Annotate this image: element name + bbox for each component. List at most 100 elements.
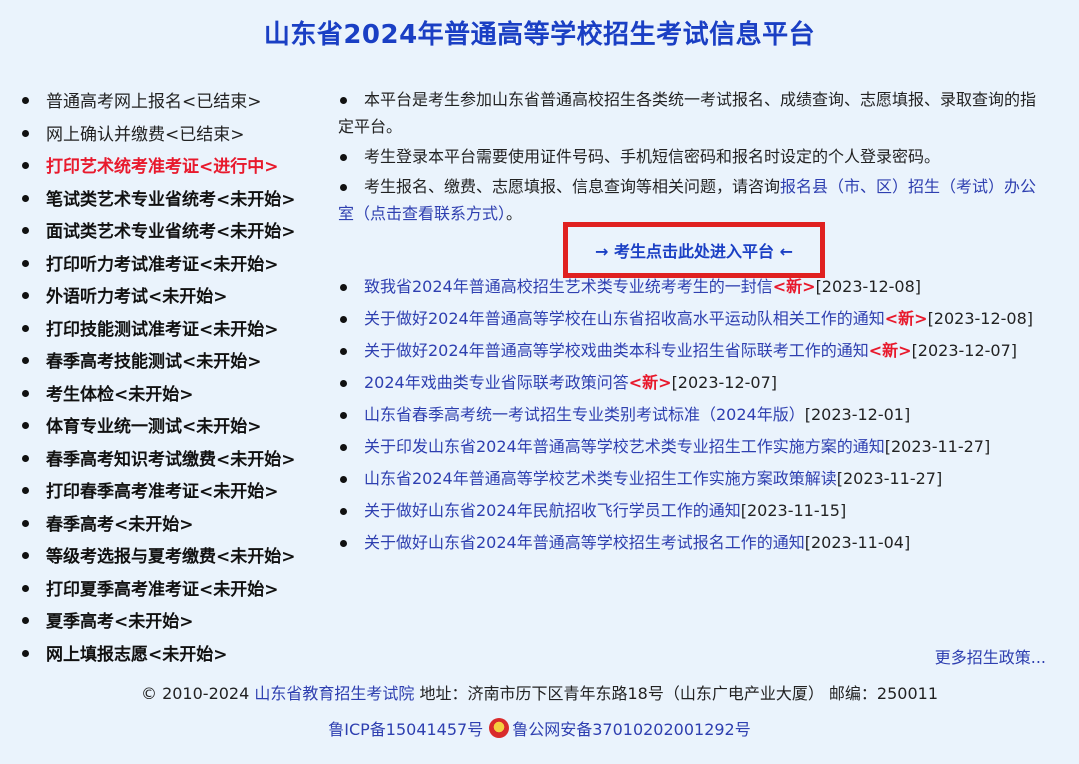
news-title-link[interactable]: 关于做好山东省2024年普通高等学校招生考试报名工作的通知: [364, 533, 805, 552]
bullet-icon: [22, 552, 29, 559]
bullet-icon: [22, 324, 29, 332]
police-record-link[interactable]: 鲁公网安备37010202001292号: [512, 720, 751, 739]
news-date: [2023-12-07]: [911, 341, 1018, 360]
sidebar-item[interactable]: 考生体检<未开始>: [22, 379, 296, 412]
police-emblem-icon: [489, 718, 510, 738]
sidebar-item-label: 网上填报志愿<未开始>: [46, 644, 228, 665]
bullet-icon: [22, 259, 29, 267]
sidebar-item[interactable]: 网上确认并缴费<已结束>: [22, 119, 296, 152]
news-list: 致我省2024年普通高校招生艺术类专业统考考生的一封信<新>[2023-12-0…: [338, 274, 1050, 562]
news-date: [2023-11-04]: [804, 533, 911, 552]
news-item: 关于做好2024年普通高等学校在山东省招收高水平运动队相关工作的通知<新>[20…: [338, 306, 1050, 331]
sidebar-item[interactable]: 体育专业统一测试<未开始>: [22, 411, 296, 444]
icp-link[interactable]: 鲁ICP备15041457号: [328, 720, 483, 739]
bullet-icon: [22, 389, 29, 397]
sidebar-item-label: 打印夏季高考准考证<未开始>: [46, 579, 279, 600]
new-badge: <新>: [884, 309, 928, 328]
bullet-icon: [22, 519, 29, 527]
sidebar-item-label: 打印春季高考准考证<未开始>: [46, 482, 279, 502]
news-item: 山东省春季高考统一考试招生专业类别考试标准（2024年版）[2023-12-01…: [338, 402, 1050, 427]
main-content: 本平台是考生参加山东省普通高校招生各类统一考试报名、成绩查询、志愿填报、录取查询…: [338, 86, 1050, 552]
news-date: [2023-11-27]: [836, 469, 943, 488]
bullet-icon: [22, 129, 29, 137]
news-title-link[interactable]: 2024年戏曲类专业省际联考政策问答: [364, 373, 629, 392]
sidebar-item[interactable]: 打印技能测试准考证<未开始>: [22, 314, 296, 347]
bullet-icon: [22, 422, 29, 429]
news-date: [2023-12-01]: [804, 405, 911, 424]
sidebar-item-label: 考生体检<未开始>: [46, 384, 194, 405]
sidebar-item[interactable]: 面试类艺术专业省统考<未开始>: [22, 216, 296, 249]
sidebar-item-label: 体育专业统一测试<未开始>: [46, 417, 262, 437]
bullet-icon: [22, 454, 29, 462]
news-title-link[interactable]: 山东省2024年普通高等学校艺术类专业招生工作实施方案政策解读: [364, 469, 837, 488]
sidebar-item[interactable]: 春季高考知识考试缴费<未开始>: [22, 444, 296, 477]
new-badge: <新>: [628, 373, 672, 392]
bullet-icon: [22, 649, 29, 657]
sidebar-item-label: 春季高考<未开始>: [46, 514, 194, 535]
news-date: [2023-12-08]: [815, 277, 922, 296]
sidebar-item[interactable]: 打印艺术统考准考证<进行中>: [22, 151, 296, 184]
sidebar-item-label: 等级考选报与夏考缴费<未开始>: [46, 547, 296, 567]
sidebar-item-label: 打印技能测试准考证<未开始>: [46, 319, 279, 340]
sidebar-item-label: 打印艺术统考准考证<进行中>: [46, 157, 279, 177]
news-date: [2023-11-27]: [884, 437, 991, 456]
sidebar-item-label: 春季高考知识考试缴费<未开始>: [46, 449, 296, 470]
sidebar-item[interactable]: 网上填报志愿<未开始>: [22, 639, 296, 672]
bullet-icon: [22, 227, 29, 234]
sidebar-item[interactable]: 笔试类艺术专业省统考<未开始>: [22, 184, 296, 217]
bullet-icon: [22, 617, 29, 624]
enter-platform-button[interactable]: → 考生点击此处进入平台 ←: [563, 222, 825, 278]
address-text: 地址：济南市历下区青年东路18号（山东广电产业大厦） 邮编：250011: [414, 684, 939, 703]
sidebar-nav: 普通高考网上报名<已结束> 网上确认并缴费<已结束> 打印艺术统考准考证<进行中> 笔…: [22, 86, 296, 671]
bullet-icon: [22, 584, 29, 592]
news-title-link[interactable]: 关于做好2024年普通高等学校戏曲类本科专业招生省际联考工作的通知: [364, 341, 869, 360]
page-title: 山东省2024年普通高等学校招生考试信息平台: [263, 20, 816, 50]
sidebar-item[interactable]: 打印夏季高考准考证<未开始>: [22, 574, 296, 607]
news-title-link[interactable]: 山东省春季高考统一考试招生专业类别考试标准（2024年版）: [364, 405, 805, 424]
new-badge: <新>: [772, 277, 816, 296]
sidebar-item[interactable]: 春季高考技能测试<未开始>: [22, 346, 296, 379]
sidebar-item-label: 打印听力考试准考证<未开始>: [46, 254, 279, 275]
bullet-icon: [22, 194, 29, 202]
new-badge: <新>: [868, 341, 912, 360]
sidebar-item[interactable]: 春季高考<未开始>: [22, 509, 296, 542]
org-link[interactable]: 山东省教育招生考试院: [254, 684, 414, 703]
news-title-link[interactable]: 关于印发山东省2024年普通高等学校艺术类专业招生工作实施方案的通知: [364, 437, 885, 456]
bullet-icon: [22, 97, 29, 104]
intro-item: 本平台是考生参加山东省普通高校招生各类统一考试报名、成绩查询、志愿填报、录取查询…: [338, 86, 1050, 140]
sidebar-item[interactable]: 打印春季高考准考证<未开始>: [22, 476, 296, 509]
news-date: [2023-12-08]: [927, 309, 1034, 328]
sidebar-item-label: 普通高考网上报名<已结束>: [46, 92, 262, 112]
news-item: 关于做好2024年普通高等学校戏曲类本科专业招生省际联考工作的通知<新>[202…: [338, 338, 1050, 363]
news-title-link[interactable]: 致我省2024年普通高校招生艺术类专业统考考生的一封信: [364, 277, 773, 296]
bullet-icon: [22, 357, 29, 364]
enter-platform-label: → 考生点击此处进入平台 ←: [595, 242, 793, 261]
sidebar-item[interactable]: 夏季高考<未开始>: [22, 606, 296, 639]
news-item: 关于印发山东省2024年普通高等学校艺术类专业招生工作实施方案的通知[2023-…: [338, 434, 1050, 459]
sidebar-item[interactable]: 等级考选报与夏考缴费<未开始>: [22, 541, 296, 574]
copyright-text: © 2010-2024: [140, 684, 255, 703]
sidebar-item-label: 网上确认并缴费<已结束>: [46, 124, 245, 145]
sidebar-item-label: 面试类艺术专业省统考<未开始>: [46, 222, 296, 242]
intro-item: 考生报名、缴费、志愿填报、信息查询等相关问题，请咨询报名县（市、区）招生（考试）…: [338, 173, 1050, 227]
sidebar-item[interactable]: 外语听力考试<未开始>: [22, 281, 296, 314]
news-date: [2023-12-07]: [671, 373, 778, 392]
intro-list: 本平台是考生参加山东省普通高校招生各类统一考试报名、成绩查询、志愿填报、录取查询…: [338, 86, 1050, 227]
sidebar-item[interactable]: 普通高考网上报名<已结束>: [22, 86, 296, 119]
sidebar-item[interactable]: 打印听力考试准考证<未开始>: [22, 249, 296, 282]
intro-text-end: 。: [506, 204, 523, 223]
news-title-link[interactable]: 关于做好2024年普通高等学校在山东省招收高水平运动队相关工作的通知: [364, 309, 885, 328]
news-title-link[interactable]: 关于做好山东省2024年民航招收飞行学员工作的通知: [364, 501, 741, 520]
footer-copyright: © 2010-2024 山东省教育招生考试院 地址：济南市历下区青年东路18号（…: [0, 680, 1079, 704]
sidebar-item-label: 春季高考技能测试<未开始>: [46, 352, 262, 372]
news-item: 山东省2024年普通高等学校艺术类专业招生工作实施方案政策解读[2023-11-…: [338, 466, 1050, 491]
news-date: [2023-11-15]: [740, 501, 847, 520]
sidebar-item-label: 笔试类艺术专业省统考<未开始>: [46, 189, 296, 210]
intro-text: 考生登录本平台需要使用证件号码、手机短信密码和报名时设定的个人登录密码。: [364, 147, 941, 166]
bullet-icon: [22, 487, 29, 494]
bullet-icon: [22, 292, 29, 299]
more-policies-link[interactable]: 更多招生政策...: [935, 644, 1046, 668]
bullet-icon: [22, 162, 29, 169]
intro-text: 考生报名、缴费、志愿填报、信息查询等相关问题，请咨询: [364, 177, 781, 196]
news-item: 2024年戏曲类专业省际联考政策问答<新>[2023-12-07]: [338, 370, 1050, 395]
